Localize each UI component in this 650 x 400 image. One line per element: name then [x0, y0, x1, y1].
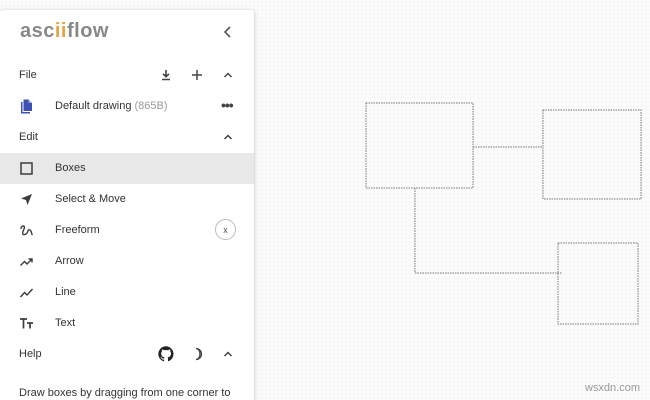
tool-text[interactable]: Text — [0, 308, 254, 339]
collapse-sidebar-button[interactable] — [220, 24, 236, 40]
tool-arrow[interactable]: Arrow — [0, 246, 254, 277]
ascii-box-2 — [542, 109, 642, 200]
document-icon — [21, 99, 32, 114]
download-icon[interactable] — [159, 68, 173, 82]
help-section-header[interactable]: Help — [0, 339, 254, 370]
plus-icon[interactable] — [190, 68, 204, 82]
edit-section-label: Edit — [19, 131, 38, 143]
sidebar-panel: asciiflow File Default drawing (865B) ••… — [0, 10, 254, 400]
line-icon — [19, 288, 34, 298]
ascii-line-2 — [414, 188, 562, 274]
tool-label: Line — [55, 286, 76, 298]
freeform-icon — [20, 225, 33, 236]
tool-label: Text — [55, 317, 76, 329]
arrow-icon — [20, 258, 33, 266]
moon-icon[interactable] — [190, 347, 204, 361]
text-icon — [20, 318, 33, 329]
github-icon[interactable] — [158, 346, 174, 362]
help-text: Draw boxes by dragging from one corner t… — [19, 387, 231, 399]
cursor-arrow-icon — [21, 194, 32, 205]
ascii-box-1 — [365, 102, 474, 189]
chevron-up-icon[interactable] — [222, 69, 234, 81]
file-section-label: File — [19, 69, 37, 81]
tool-label: Freeform — [55, 224, 100, 236]
file-section-header[interactable]: File — [0, 60, 254, 91]
box-icon — [20, 162, 33, 175]
freeform-clear-button[interactable]: x — [215, 219, 236, 240]
app-logo: asciiflow — [20, 20, 109, 42]
tool-label: Boxes — [55, 162, 86, 174]
tool-select-move[interactable]: Select & Move — [0, 184, 254, 215]
drawing-list-item[interactable]: Default drawing (865B) ••• — [0, 91, 254, 122]
chevron-up-icon[interactable] — [222, 348, 234, 360]
watermark-text: wsxdn.com — [584, 382, 640, 394]
ascii-box-3 — [557, 242, 639, 325]
tool-label: Select & Move — [55, 193, 126, 205]
tool-freeform[interactable]: Freeform x — [0, 215, 254, 246]
edit-section-header[interactable]: Edit — [0, 122, 254, 153]
drawing-name: Default drawing — [55, 100, 132, 112]
tool-boxes[interactable]: Boxes — [0, 153, 254, 184]
tool-line[interactable]: Line — [0, 277, 254, 308]
tool-label: Arrow — [55, 255, 84, 267]
help-section-label: Help — [19, 348, 42, 360]
chevron-left-icon — [223, 26, 231, 38]
more-options-icon[interactable]: ••• — [221, 97, 234, 113]
drawing-size: (865B) — [134, 100, 168, 112]
chevron-up-icon[interactable] — [222, 131, 234, 143]
